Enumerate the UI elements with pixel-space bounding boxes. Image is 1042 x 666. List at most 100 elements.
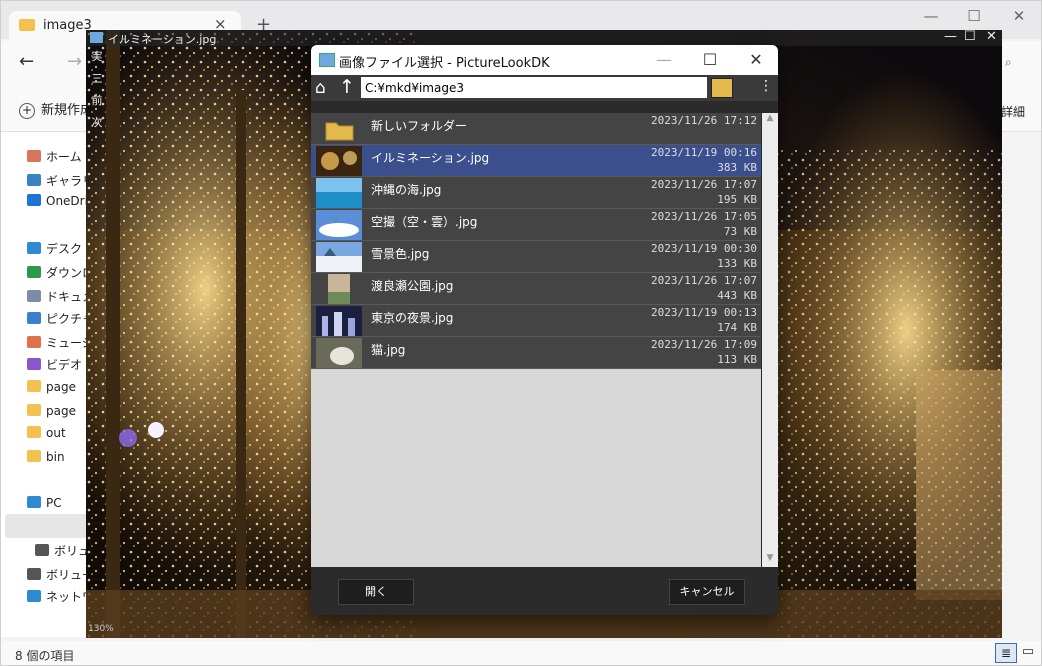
file-name: 沖縄の海.jpg — [371, 183, 442, 197]
file-name: 渡良瀬公園.jpg — [371, 279, 454, 293]
plus-icon: + — [19, 103, 35, 119]
sidebar-item[interactable]: ホーム — [27, 148, 91, 170]
tab-title: image3 — [43, 18, 92, 33]
thumbnail-image — [316, 210, 362, 240]
sidebar-item[interactable]: ダウンロード — [27, 264, 91, 286]
details-button[interactable]: 詳細 — [1001, 103, 1025, 120]
sidebar-item-icon — [27, 450, 41, 462]
previous-button[interactable]: 前 — [86, 92, 108, 114]
sidebar-item[interactable]: ピクチャ — [27, 310, 91, 332]
actual-size-button[interactable]: 実 — [86, 48, 108, 70]
dialog-maximize-button[interactable]: ☐ — [695, 50, 725, 69]
sidebar-item-icon — [27, 174, 41, 186]
sidebar-item-icon — [27, 266, 41, 278]
file-row[interactable]: 新しいフォルダー 2023/11/26 17:12 — [311, 113, 761, 145]
search-icon[interactable]: ⌕ — [1005, 55, 1012, 70]
maximize-button[interactable]: ☐ — [959, 7, 989, 25]
sidebar-item[interactable]: ドキュメント — [27, 288, 91, 310]
file-size: 133 KB — [717, 257, 757, 270]
sidebar-item-label: ダウンロード — [46, 266, 91, 280]
sidebar-item[interactable]: ギャラリー — [27, 172, 91, 194]
sidebar-item-label: out — [46, 426, 66, 440]
viewer-close-button[interactable]: ✕ — [986, 30, 997, 44]
open-button[interactable]: 開く — [338, 579, 414, 605]
sidebar-item[interactable]: ミュージック — [27, 334, 91, 356]
viewer-minimize-button[interactable]: — — [944, 30, 957, 44]
more-options-icon[interactable]: ⋮ — [759, 78, 773, 94]
file-row[interactable]: 雪景色.jpg 2023/11/19 00:30 133 KB — [311, 241, 761, 273]
file-size: 383 KB — [717, 161, 757, 174]
cancel-button[interactable]: キャンセル — [669, 579, 745, 605]
file-name: 雪景色.jpg — [371, 247, 430, 261]
file-name: イルミネーション.jpg — [371, 151, 490, 165]
menu-button[interactable]: 三 — [86, 70, 108, 92]
file-row[interactable]: 空撮（空・雲）.jpg 2023/11/26 17:05 73 KB — [311, 209, 761, 241]
scroll-down-icon[interactable]: ▼ — [762, 553, 778, 563]
sidebar-item-label: bin — [46, 450, 65, 464]
sidebar-item[interactable]: OneDrive — [27, 194, 91, 216]
sidebar-item-icon — [27, 426, 41, 438]
sidebar-item-icon — [27, 590, 41, 602]
back-button[interactable]: ← — [19, 51, 34, 72]
file-size: 174 KB — [717, 321, 757, 334]
file-date: 2023/11/26 17:05 — [651, 210, 757, 223]
sidebar-item[interactable]: デスクトップ — [27, 240, 91, 262]
sidebar-item[interactable]: bin — [27, 450, 91, 472]
thumbnail-image — [316, 338, 362, 368]
sidebar-item-label: ミュージック — [46, 336, 91, 350]
next-button[interactable]: 次 — [86, 114, 108, 136]
sidebar-item-icon — [27, 496, 41, 508]
file-list-scrollbar[interactable]: ▲ ▼ — [762, 113, 778, 567]
sidebar-item-icon — [27, 312, 41, 324]
sidebar-item[interactable]: page — [27, 404, 91, 426]
home-icon[interactable]: ⌂ — [315, 78, 326, 98]
minimize-button[interactable]: — — [916, 7, 946, 25]
sidebar-selection — [5, 514, 91, 538]
file-date: 2023/11/26 17:07 — [651, 178, 757, 191]
sidebar-item-label: ドキュメント — [46, 290, 91, 304]
sidebar-item-label: デスクトップ — [46, 242, 91, 256]
app-icon — [319, 53, 335, 67]
new-button[interactable]: + 新規作成 — [19, 99, 93, 119]
file-select-dialog: 画像ファイル選択 - PictureLookDK — ☐ ✕ ⌂ ↑ ⋮ 新しい… — [311, 45, 778, 615]
file-date: 2023/11/26 17:07 — [651, 274, 757, 287]
sidebar-item-label: ホーム — [46, 150, 82, 164]
up-arrow-icon[interactable]: ↑ — [339, 76, 355, 98]
sidebar-item-label: ボリューム — [46, 568, 91, 582]
sidebar-item-icon — [27, 380, 41, 392]
folder-browse-icon[interactable] — [711, 78, 733, 98]
file-date: 2023/11/19 00:13 — [651, 306, 757, 319]
file-row[interactable]: 渡良瀬公園.jpg 2023/11/26 17:07 443 KB — [311, 273, 761, 305]
dialog-close-button[interactable]: ✕ — [741, 50, 771, 69]
sidebar-item[interactable]: out — [27, 426, 91, 448]
viewer-maximize-button[interactable]: ☐ — [964, 30, 976, 44]
sidebar-item[interactable]: ネットワーク — [27, 588, 91, 610]
thumbnail-image — [316, 274, 362, 304]
image-file-icon — [90, 32, 103, 43]
dialog-minimize-button[interactable]: — — [649, 50, 679, 69]
path-input[interactable] — [361, 77, 707, 98]
sidebar-item-label: OneDrive — [46, 194, 91, 208]
sidebar-item[interactable]: page — [27, 380, 91, 402]
details-view-icon[interactable]: ≣ — [995, 643, 1017, 663]
file-date: 2023/11/19 00:16 — [651, 146, 757, 159]
folder-icon — [19, 19, 35, 31]
file-size: 113 KB — [717, 353, 757, 366]
file-size: 195 KB — [717, 193, 757, 206]
sidebar-item-label: ネットワーク — [46, 590, 91, 604]
file-row[interactable]: 猫.jpg 2023/11/26 17:09 113 KB — [311, 337, 761, 369]
close-button[interactable]: ✕ — [1004, 7, 1034, 25]
file-date: 2023/11/19 00:30 — [651, 242, 757, 255]
navigation-pane: ホームギャラリー OneDrive デスクトップダウンロードドキュメントピクチャミュ… — [1, 132, 99, 637]
sidebar-item-icon — [27, 336, 41, 348]
forward-button[interactable]: → — [67, 51, 82, 72]
zoom-level: 130% — [88, 624, 114, 634]
file-row[interactable]: 東京の夜景.jpg 2023/11/19 00:13 174 KB — [311, 305, 761, 337]
sidebar-item[interactable]: ビデオ — [27, 356, 91, 378]
scroll-up-icon[interactable]: ▲ — [762, 113, 778, 123]
sidebar-item[interactable]: ボリューム — [27, 566, 91, 588]
file-row[interactable]: イルミネーション.jpg 2023/11/19 00:16 383 KB — [311, 145, 761, 177]
tiles-view-icon[interactable]: ▭ — [1019, 643, 1037, 661]
sidebar-item-label: page — [46, 380, 76, 394]
file-row[interactable]: 沖縄の海.jpg 2023/11/26 17:07 195 KB — [311, 177, 761, 209]
